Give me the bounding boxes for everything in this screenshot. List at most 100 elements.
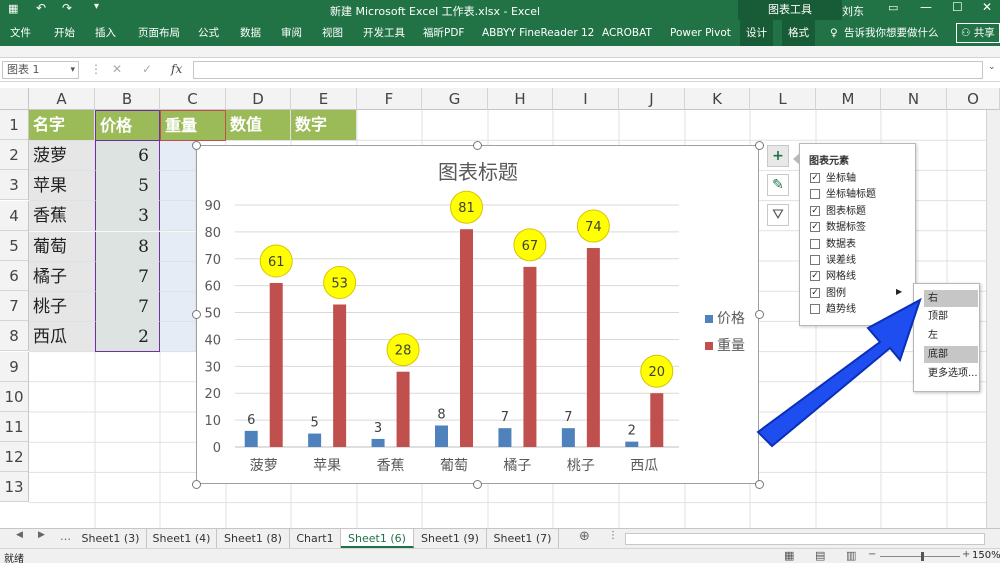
normal-view-icon[interactable]: ▦ — [784, 549, 794, 562]
cell-weight[interactable] — [160, 171, 196, 202]
tell-me-input[interactable]: 告诉我你想要做什么 — [844, 20, 939, 46]
cell-name[interactable]: 葡萄 — [29, 231, 95, 262]
column-header-j[interactable]: J — [619, 88, 685, 110]
sheet-tab[interactable]: Sheet1 (9) — [414, 529, 487, 548]
sheet-tab[interactable]: Sheet1 (6) — [341, 529, 414, 548]
cell-name[interactable]: 橘子 — [29, 261, 95, 292]
header-cell-price[interactable]: 价格 — [95, 110, 160, 141]
chart-elements-button[interactable]: + — [767, 145, 789, 167]
column-header-m[interactable]: M — [816, 88, 881, 110]
tab-data[interactable]: 数据 — [240, 20, 261, 46]
legend-option-more[interactable]: 更多选项... — [924, 365, 978, 382]
cell-weight[interactable] — [160, 141, 196, 171]
tab-insert[interactable]: 插入 — [95, 20, 116, 46]
chart-styles-button[interactable]: ✎ — [767, 174, 789, 196]
column-header-o[interactable]: O — [947, 88, 1000, 110]
legend-option-right[interactable]: 右 — [924, 290, 978, 307]
checkbox[interactable]: ✓ — [810, 222, 820, 233]
zoom-in-icon[interactable]: + — [962, 549, 970, 560]
cell-weight[interactable] — [160, 322, 196, 353]
row-header-6[interactable]: 6 — [0, 261, 29, 291]
column-header-e[interactable]: E — [291, 88, 357, 110]
sheet-tab[interactable]: Sheet1 (8) — [217, 529, 290, 548]
checkbox[interactable] — [810, 255, 820, 265]
checkbox[interactable] — [810, 238, 820, 249]
legend-option-left[interactable]: 左 — [924, 327, 978, 344]
maximize-icon[interactable]: ☐ — [952, 0, 963, 14]
add-sheet-icon[interactable]: ⊕ — [579, 529, 590, 544]
page-layout-view-icon[interactable]: ▤ — [815, 549, 825, 562]
expand-formula-icon[interactable]: ⌄ — [988, 62, 996, 72]
cell-weight[interactable] — [160, 261, 196, 292]
column-header-i[interactable]: I — [553, 88, 619, 110]
tab-power-pivot[interactable]: Power Pivot — [670, 20, 731, 46]
chart-filters-button[interactable]: ⛛ — [767, 204, 789, 226]
qat-dropdown-icon[interactable]: ▾ — [94, 1, 99, 12]
ribbon-display-icon[interactable]: ▭ — [888, 1, 898, 14]
row-header-2[interactable]: 2 — [0, 140, 29, 171]
row-header-9[interactable]: 9 — [0, 351, 29, 382]
cell-price[interactable]: 7 — [95, 292, 160, 322]
close-icon[interactable]: ✕ — [982, 0, 992, 14]
chart-element-option[interactable]: 坐标轴标题 — [810, 187, 876, 203]
tab-page-layout[interactable]: 页面布局 — [138, 20, 180, 46]
redo-icon[interactable]: ↷ — [62, 1, 72, 15]
tab-view[interactable]: 视图 — [322, 20, 343, 46]
cell-name[interactable]: 香蕉 — [29, 201, 95, 232]
chevron-down-icon[interactable]: ▾ — [70, 62, 75, 78]
chart-element-option[interactable]: ✓ 图表标题 — [810, 204, 866, 220]
cell-price[interactable]: 8 — [95, 231, 160, 262]
cell-price[interactable]: 2 — [95, 322, 160, 353]
formula-input[interactable] — [193, 61, 983, 79]
chart-element-option[interactable]: ✓ 坐标轴 — [810, 171, 856, 187]
name-box[interactable]: 图表 1 ▾ — [2, 61, 79, 79]
checkbox[interactable] — [810, 189, 820, 200]
share-button[interactable]: ⚇ 共享 — [956, 23, 1000, 43]
tab-options-icon[interactable]: ⋮ — [608, 530, 618, 541]
tab-design[interactable]: 设计 — [740, 20, 773, 46]
header-cell-number[interactable]: 数字 — [291, 110, 357, 141]
checkbox[interactable]: ✓ — [810, 205, 820, 216]
row-header-10[interactable]: 10 — [0, 381, 29, 412]
chart-element-option[interactable]: ✓ 网格线 — [810, 269, 856, 285]
row-header-7[interactable]: 7 — [0, 291, 29, 322]
column-header-k[interactable]: K — [685, 88, 750, 110]
cell-name[interactable]: 苹果 — [29, 171, 95, 202]
resize-handle[interactable] — [192, 141, 201, 150]
sheet-tab[interactable]: Chart1 — [290, 529, 341, 548]
resize-handle[interactable] — [473, 141, 482, 150]
tab-review[interactable]: 审阅 — [281, 20, 302, 46]
sheet-tab[interactable]: Sheet1 (4) — [147, 529, 217, 548]
vertical-scrollbar[interactable] — [986, 110, 1000, 528]
header-cell-name[interactable]: 名字 — [29, 110, 95, 141]
resize-handle[interactable] — [192, 310, 201, 319]
cell-weight[interactable] — [160, 201, 196, 232]
legend-option-bottom[interactable]: 底部 — [924, 346, 978, 363]
resize-handle[interactable] — [192, 480, 201, 489]
checkbox[interactable]: ✓ — [810, 173, 820, 183]
cell-weight[interactable] — [160, 292, 196, 322]
column-header-c[interactable]: C — [160, 88, 226, 110]
row-header-5[interactable]: 5 — [0, 230, 29, 261]
legend-option-top[interactable]: 顶部 — [924, 308, 978, 325]
prev-sheet-icon[interactable]: ◀ — [16, 530, 23, 540]
column-header-n[interactable]: N — [881, 88, 947, 110]
checkbox[interactable]: ✓ — [810, 271, 820, 282]
header-cell-value[interactable]: 数值 — [226, 110, 291, 141]
more-sheets-icon[interactable]: … — [60, 530, 71, 543]
cell-price[interactable]: 6 — [95, 141, 160, 171]
cell-price[interactable]: 3 — [95, 201, 160, 232]
tab-developer[interactable]: 开发工具 — [363, 20, 405, 46]
column-header-g[interactable]: G — [422, 88, 488, 110]
chart-element-option[interactable]: 数据表 — [810, 237, 856, 253]
minimize-icon[interactable]: — — [920, 0, 932, 14]
column-header-d[interactable]: D — [226, 88, 291, 110]
sheet-tab[interactable]: Sheet1 (7) — [487, 529, 559, 548]
chart-area[interactable]: 图表标题 0 10 20 30 40 50 60 70 80 90 6 61 菠萝 5 53 苹果 3 28 香蕉 8 8… — [196, 145, 759, 484]
tab-format[interactable]: 格式 — [782, 20, 815, 46]
tab-acrobat[interactable]: ACROBAT — [602, 20, 652, 46]
zoom-level[interactable]: 150% — [972, 550, 1000, 561]
undo-icon[interactable]: ↶ — [36, 1, 46, 15]
column-header-b[interactable]: B — [95, 88, 160, 110]
user-name[interactable]: 刘东 — [842, 3, 864, 19]
